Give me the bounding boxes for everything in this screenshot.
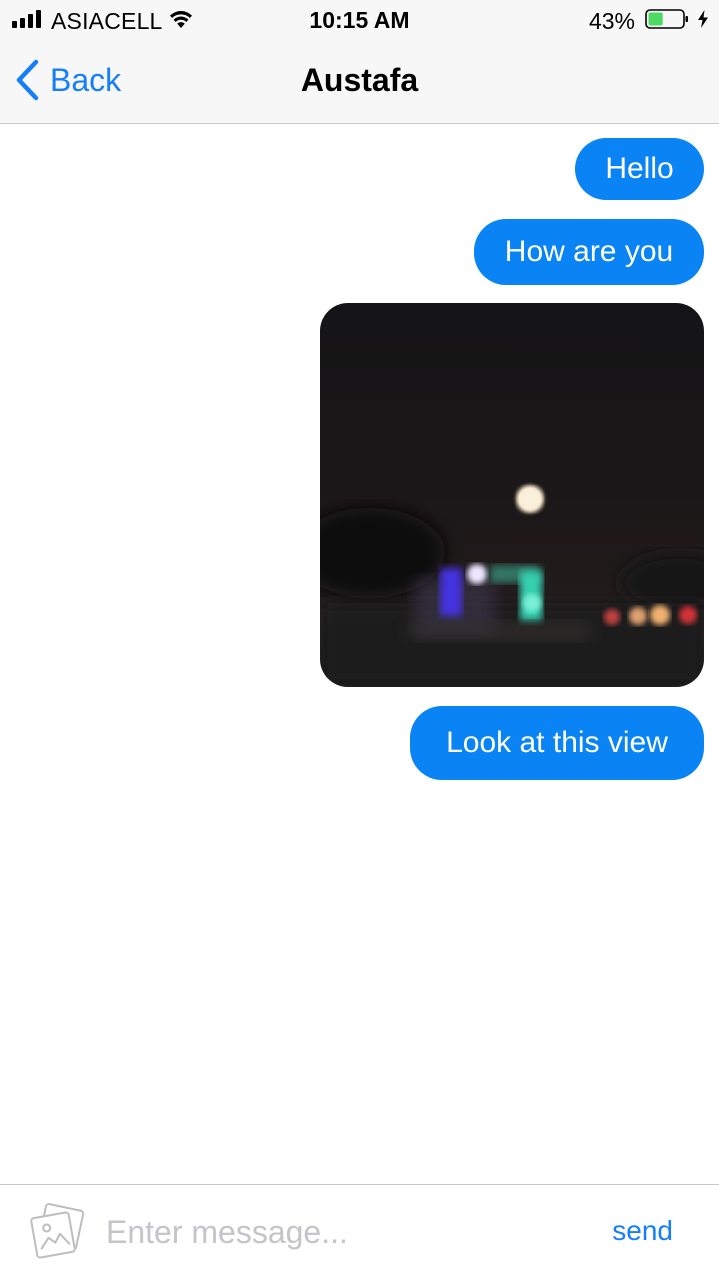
status-bar: ASIACELL 10:15 AM 43% (0, 0, 719, 40)
chat-screen: ASIACELL 10:15 AM 43% Back Austafa Hello… (0, 0, 719, 1280)
message-text: How are you (504, 235, 674, 268)
message-bubble[interactable]: How are you (474, 219, 704, 285)
message-bubble[interactable]: Hello (575, 138, 704, 200)
message-composer: send (0, 1184, 719, 1280)
send-button[interactable]: send (612, 1215, 673, 1247)
message-input[interactable] (106, 1207, 586, 1257)
battery-icon (645, 9, 688, 29)
night-sky-moon-photo (320, 303, 704, 687)
charging-bolt-icon (698, 10, 708, 28)
message-photo[interactable] (320, 303, 704, 687)
photo-gallery-icon[interactable] (28, 1203, 88, 1261)
message-bubble[interactable]: Look at this view (410, 706, 704, 780)
navigation-bar: Back Austafa (0, 40, 719, 124)
message-text: Hello (605, 152, 674, 185)
message-list[interactable]: Hello How are you Look at this view (0, 124, 719, 1184)
battery-percent: 43% (588, 8, 635, 34)
message-text: Look at this view (446, 726, 668, 759)
contact-name-title: Austafa (300, 62, 419, 98)
